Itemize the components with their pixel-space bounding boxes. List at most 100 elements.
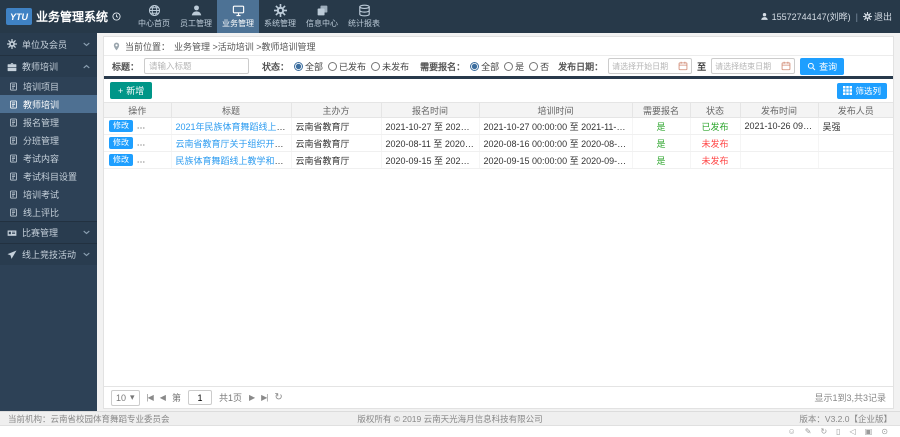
prev-page-button[interactable]: ◀ xyxy=(160,393,166,402)
clock-badge-icon xyxy=(112,12,121,21)
date-start-input[interactable] xyxy=(612,61,677,71)
status-radio-published[interactable]: 已发布 xyxy=(328,60,366,73)
main-area: 当前位置： 业务管理 >活动培训 >教师培训管理 标题： 状态： 全部 已发布 … xyxy=(97,33,900,411)
logout-button[interactable]: 退出 xyxy=(862,10,892,23)
nav-info[interactable]: 信息中心 xyxy=(301,0,343,33)
gear-icon xyxy=(273,4,287,17)
sidebar-item-teacher-training[interactable]: 教师培训 xyxy=(0,95,97,113)
top-header: YTU 业务管理系统 中心首页 员工管理 业务管理 系统管理 信息中心 统计报表… xyxy=(0,0,900,33)
filter-columns-button[interactable]: 筛选列 xyxy=(837,82,887,99)
sidebar-item-training-exam[interactable]: 培训考试 xyxy=(0,185,97,203)
document-icon xyxy=(9,82,18,91)
page-prefix-label: 第 xyxy=(171,393,181,403)
need-signup-cell: 是 xyxy=(632,117,691,135)
next-page-button[interactable]: ▶ xyxy=(249,393,255,402)
action-button[interactable]: 发布 xyxy=(137,153,162,167)
title-link[interactable]: 2021年民族体育舞蹈线上教学活动 xyxy=(176,122,291,132)
back-icon[interactable]: ◁ xyxy=(850,427,856,436)
last-page-button[interactable]: ▶| xyxy=(261,393,268,402)
action-button[interactable]: 修改 xyxy=(109,136,133,150)
actions-cell: 修改 撤销发布 xyxy=(104,117,172,135)
col-header-title: 标题 xyxy=(171,102,292,118)
smiley-icon[interactable]: ☺ xyxy=(788,427,796,436)
radio-label: 否 xyxy=(540,61,550,72)
action-button[interactable]: 修改 xyxy=(109,119,133,133)
database-icon xyxy=(358,4,371,17)
breadcrumb-label: 当前位置： xyxy=(125,41,171,52)
radio-input[interactable] xyxy=(294,61,304,71)
status-radio-all[interactable]: 全部 xyxy=(294,60,323,73)
add-button[interactable]: + 新增 xyxy=(110,82,153,99)
sidebar-item-exam-content[interactable]: 考试内容 xyxy=(0,149,97,167)
col-header-signup-time: 报名时间 xyxy=(381,102,480,118)
sidebar-item-class-management[interactable]: 分班管理 xyxy=(0,131,97,149)
sidebar-item-label: 考试内容 xyxy=(23,153,60,164)
status-cell: 未发布 xyxy=(690,151,741,169)
first-page-button[interactable]: |◀ xyxy=(147,393,154,402)
pencil-icon[interactable]: ✎ xyxy=(805,427,812,436)
bottom-icon-strip: ☺ ✎ ↻ ▯ ◁ ▣ ⊙ xyxy=(0,425,900,437)
layers-icon xyxy=(316,4,329,17)
radio-input[interactable] xyxy=(470,61,480,71)
sidebar-item-online-evaluation[interactable]: 线上评比 xyxy=(0,203,97,221)
footer: 当前机构：云南省校园体育舞蹈专业委员会 版权所有 © 2019 云南天光海月信息… xyxy=(0,411,900,425)
page-number-input[interactable] xyxy=(187,390,212,405)
action-button[interactable]: 删除 xyxy=(166,136,170,150)
nav-reports[interactable]: 统计报表 xyxy=(343,0,385,33)
signup-radio-yes[interactable]: 是 xyxy=(504,60,524,73)
page-size-select[interactable]: 10 ▾ xyxy=(111,389,140,406)
sidebar-item-signup-management[interactable]: 报名管理 xyxy=(0,113,97,131)
radio-input[interactable] xyxy=(529,61,539,71)
user-name: 15572744147(刘晔) xyxy=(771,12,851,22)
nav-staff[interactable]: 员工管理 xyxy=(175,0,217,33)
radio-input[interactable] xyxy=(371,61,381,71)
title-link[interactable]: 民族体育舞蹈线上教学和竞赛活动 xyxy=(176,156,291,166)
window-icon[interactable]: ▣ xyxy=(865,427,873,436)
radio-input[interactable] xyxy=(328,61,338,71)
search-icon[interactable]: ⊙ xyxy=(881,427,888,436)
date-to-label: 至 xyxy=(697,61,707,72)
nav-home[interactable]: 中心首页 xyxy=(133,0,175,33)
action-button[interactable]: 修改 xyxy=(109,153,133,167)
refresh-icon[interactable]: ↻ xyxy=(820,427,827,436)
sidebar-item-exam-subject-setting[interactable]: 考试科目设置 xyxy=(0,167,97,185)
action-button[interactable]: 撤销发布 xyxy=(137,119,170,133)
signup-radio-no[interactable]: 否 xyxy=(529,60,549,73)
sidebar-item-training-project[interactable]: 培训项目 xyxy=(0,77,97,95)
sidebar-group-units[interactable]: 单位及会员 xyxy=(0,33,97,55)
calendar-icon[interactable] xyxy=(678,61,688,71)
briefcase-icon xyxy=(7,62,17,72)
signup-filter-label: 需要报名： xyxy=(420,61,466,72)
title-link[interactable]: 云南省教育厅关于组织开展民族餐饮... xyxy=(176,139,291,149)
pagination-bar: 10 ▾ |◀ ◀ 第 共1页 ▶ ▶| ↻ 显示1到3,共3记录 xyxy=(104,386,893,408)
sidebar-group-teacher-training[interactable]: 教师培训 xyxy=(0,55,97,77)
need-signup-cell: 是 xyxy=(632,134,691,152)
radio-label: 已发布 xyxy=(339,61,367,72)
page-icon[interactable]: ▯ xyxy=(836,427,840,436)
status-radio-unpublished[interactable]: 未发布 xyxy=(371,60,409,73)
date-start-box xyxy=(608,58,693,74)
nav-system[interactable]: 系统管理 xyxy=(259,0,301,33)
radio-input[interactable] xyxy=(504,61,514,71)
data-table: 操作 标题 主办方 报名时间 培训时间 需要报名 状态 发布时间 发布人员 修改… xyxy=(104,102,893,169)
calendar-icon[interactable] xyxy=(781,61,791,71)
sidebar-group-online-activity[interactable]: 线上竞技活动 xyxy=(0,243,97,265)
col-header-status: 状态 xyxy=(690,102,741,118)
actions-cell: 修改 发布 删除 xyxy=(104,151,172,169)
table-header-row: 操作 标题 主办方 报名时间 培训时间 需要报名 状态 发布时间 发布人员 xyxy=(104,102,893,118)
search-button[interactable]: 查询 xyxy=(800,57,845,75)
sidebar-group-label: 教师培训 xyxy=(22,62,59,72)
refresh-icon[interactable]: ↻ xyxy=(274,392,282,403)
page-suffix-label: 共1页 xyxy=(218,393,242,403)
nav-business[interactable]: 业务管理 xyxy=(217,0,260,33)
signup-radio-all[interactable]: 全部 xyxy=(470,60,499,73)
title-filter-input[interactable] xyxy=(144,58,250,74)
top-nav: 中心首页 员工管理 业务管理 系统管理 信息中心 统计报表 xyxy=(133,0,385,33)
person-icon xyxy=(190,4,203,17)
action-button[interactable]: 删除 xyxy=(166,153,170,167)
action-button[interactable]: 发布 xyxy=(137,136,162,150)
radio-label: 全部 xyxy=(305,61,324,72)
sidebar-group-competition[interactable]: 比赛管理 xyxy=(0,221,97,243)
breadcrumb: 当前位置： 业务管理 >活动培训 >教师培训管理 xyxy=(104,37,893,56)
date-end-input[interactable] xyxy=(715,61,780,71)
